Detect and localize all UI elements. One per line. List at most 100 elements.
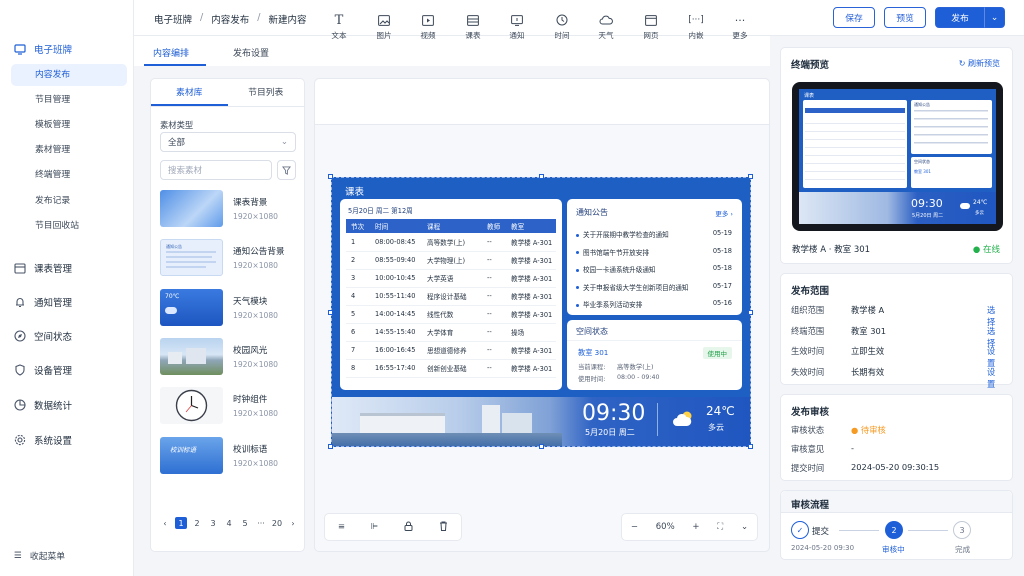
resize-handle[interactable]	[328, 310, 333, 315]
resize-handle[interactable]	[539, 174, 544, 179]
table-header: 课程	[422, 219, 482, 233]
sidebar-group-notice[interactable]: 通知管理	[14, 295, 72, 309]
table-row: 2 08:55-09:40 大学物理(上) -- 教学楼 A-301	[346, 251, 556, 270]
resize-handle[interactable]	[328, 444, 333, 449]
refresh-preview-button[interactable]: ↻ 刷新预览	[959, 58, 1000, 69]
sidebar-group-settings[interactable]: 系统设置	[14, 433, 72, 447]
notice-more-link[interactable]: 更多 ›	[715, 208, 733, 218]
next-page-button[interactable]: ›	[287, 517, 299, 529]
temperature: 24℃	[706, 404, 735, 418]
asset-item[interactable]: 课表背景 1920×1080	[160, 190, 300, 230]
breadcrumb-item[interactable]: 电子班牌	[154, 12, 192, 26]
tool-time[interactable]: 时间	[542, 12, 582, 41]
tool-notice[interactable]: 通知	[497, 12, 537, 41]
bullet-icon	[576, 303, 579, 307]
resize-handle[interactable]	[748, 174, 753, 179]
preview-button[interactable]: 预览	[884, 7, 926, 28]
asset-search-input[interactable]: 搜索素材	[160, 160, 272, 180]
notice-item[interactable]: 图书馆端午节开放安排 05-18	[576, 247, 732, 257]
sidebar-item-content-publish[interactable]: 内容发布	[11, 64, 127, 86]
asset-item[interactable]: 70℃ 天气模块 1920×1080	[160, 289, 300, 329]
tool-text[interactable]: T 文本	[319, 12, 359, 41]
publish-button[interactable]: 发布	[935, 7, 985, 28]
canvas-title: 课表	[345, 187, 365, 198]
tool-embed[interactable]: [···] 内嵌	[676, 12, 716, 41]
review-opinion-row: 审核意见 -	[791, 443, 991, 455]
sidebar-item-recycle-bin[interactable]: 节目回收站	[11, 215, 127, 237]
notice-item[interactable]: 校园一卡通系统升级通知 05-18	[576, 264, 732, 274]
page-button[interactable]: 5	[239, 517, 251, 529]
flow-steps: ✓ 提交 2024-05-20 09:30 2 审核中 3 完成	[781, 513, 1012, 559]
asset-item[interactable]: 校园风光 1920×1080	[160, 338, 300, 378]
page-button[interactable]: 2	[191, 517, 203, 529]
content-tabs: 内容编排 发布设置	[134, 36, 770, 66]
design-canvas[interactable]: 课表 5月20日 周二 第12周 节次 时间 课程 教师 教室 1 08:00-0…	[331, 177, 751, 447]
prev-page-button[interactable]: ‹	[159, 517, 171, 529]
schedule-widget[interactable]: 5月20日 周二 第12周 节次 时间 课程 教师 教室 1 08:00-08:4…	[340, 199, 562, 390]
zoom-level[interactable]: 60%	[656, 522, 675, 532]
table-cell: --	[482, 251, 506, 270]
tool-label: 更多	[732, 31, 748, 40]
mini-weather: 多云	[975, 211, 984, 216]
page-button[interactable]: 3	[207, 517, 219, 529]
sidebar-group-space[interactable]: 空间状态	[14, 329, 72, 343]
fit-screen-icon[interactable]: ⛶	[717, 522, 723, 532]
zoom-in-button[interactable]: +	[692, 522, 699, 532]
resize-handle[interactable]	[539, 444, 544, 449]
zoom-out-button[interactable]: −	[631, 522, 638, 532]
align-icon[interactable]: ≡	[338, 522, 345, 532]
sidebar-item-terminals[interactable]: 终端管理	[11, 164, 127, 186]
cloud-icon	[586, 12, 626, 28]
space-widget[interactable]: 空间状态 教室 301 使用中 当前课程: 高等数学(上) 使用时间: 08:0…	[567, 320, 742, 390]
page-button[interactable]: 1	[175, 517, 187, 529]
tab-publish-settings[interactable]: 发布设置	[233, 46, 269, 59]
sidebar-item-publish-records[interactable]: 发布记录	[11, 190, 127, 212]
collapse-menu-button[interactable]: ☰ 收起菜单	[14, 549, 65, 563]
lock-icon[interactable]	[404, 521, 413, 534]
resize-handle[interactable]	[328, 174, 333, 179]
tool-video[interactable]: 视频	[408, 12, 448, 41]
table-row: 5 14:00-14:45 线性代数 -- 教学楼 A-301	[346, 305, 556, 324]
resize-handle[interactable]	[748, 444, 753, 449]
sidebar-item-assets[interactable]: 素材管理	[11, 139, 127, 161]
asset-item[interactable]: 时钟组件 1920×1080	[160, 387, 300, 427]
breadcrumb-item[interactable]: 内容发布	[211, 12, 249, 26]
asset-item[interactable]: 校训标语 校训标语 1920×1080	[160, 437, 300, 477]
publish-scope-panel: 发布范围 组织范围 教学楼 A 选择 终端范围 教室 301 选择 生效时间 立即生效 设置 失效…	[780, 273, 1013, 389]
tool-webpage[interactable]: 网页	[631, 12, 671, 41]
sidebar-item-templates[interactable]: 模板管理	[11, 114, 127, 136]
notice-date: 05-19	[712, 229, 732, 237]
notice-item[interactable]: 关于申报省级大学生创新项目的通知 05-17	[576, 282, 732, 292]
sidebar-group-schedule[interactable]: 课表管理	[14, 261, 72, 275]
tool-schedule[interactable]: 课表	[453, 12, 493, 41]
tab-asset-library[interactable]: 素材库	[151, 79, 228, 106]
notice-date: 05-18	[712, 246, 732, 255]
sidebar-group-stats[interactable]: 数据统计	[14, 398, 72, 412]
tool-weather[interactable]: 天气	[586, 12, 626, 41]
notice-date: 05-17	[712, 281, 732, 290]
asset-item[interactable]: 通知公告 通知公告背景 1920×1080	[160, 239, 300, 279]
step-pending: 3	[953, 521, 971, 539]
notice-widget[interactable]: 通知公告 更多 › 关于开展期中教学检查的通知 05-19 图书馆端午节开放安排 05…	[567, 199, 742, 315]
delete-icon[interactable]	[439, 521, 448, 534]
tab-arrange[interactable]: 内容编排	[153, 46, 189, 59]
notice-item[interactable]: 毕业季系列活动安排 05-16	[576, 299, 732, 309]
tab-program-list[interactable]: 节目列表	[228, 79, 305, 106]
tool-more[interactable]: ··· 更多	[720, 12, 760, 41]
asset-type-select[interactable]: 全部 ⌄	[160, 132, 296, 152]
layer-icon[interactable]: ⊫	[371, 522, 378, 532]
filter-button[interactable]	[277, 160, 296, 180]
notice-item[interactable]: 关于开展期中教学检查的通知 05-19	[576, 229, 732, 239]
sidebar-group-devices[interactable]: 设备管理	[14, 363, 72, 377]
resize-handle[interactable]	[748, 310, 753, 315]
chevron-down-icon[interactable]: ⌄	[741, 522, 748, 532]
page-button[interactable]: 20	[271, 517, 283, 529]
save-button[interactable]: 保存	[833, 7, 875, 28]
sidebar-group-e-class[interactable]: 电子班牌	[14, 42, 72, 56]
publish-dropdown-button[interactable]: ⌄	[984, 7, 1005, 28]
scope-action-link[interactable]: 设置	[987, 366, 995, 390]
page-button[interactable]: 4	[223, 517, 235, 529]
table-cell: 教学楼 A-301	[506, 287, 556, 306]
tool-image[interactable]: 图片	[364, 12, 404, 41]
sidebar-item-programs[interactable]: 节目管理	[11, 89, 127, 111]
